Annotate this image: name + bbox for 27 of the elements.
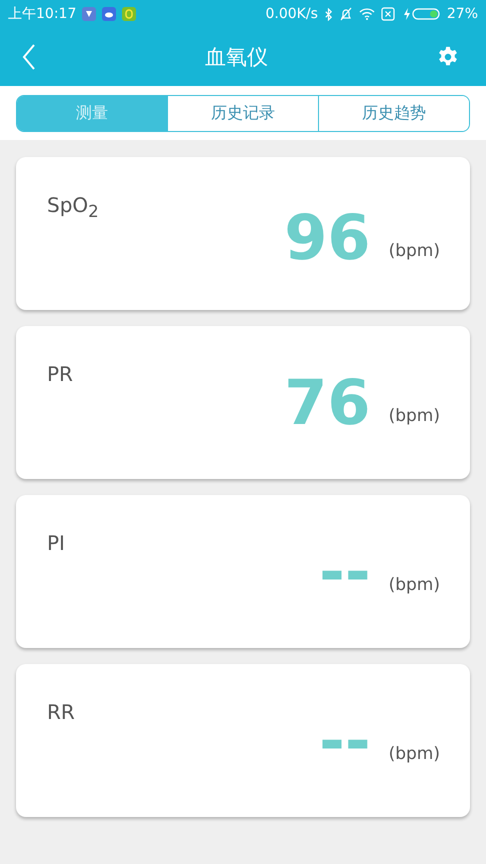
status-time: 上午10:17 — [8, 5, 76, 23]
wifi-icon — [358, 8, 375, 20]
tab[interactable]: 历史趋势 — [318, 96, 469, 131]
reading-value: -- — [319, 541, 371, 603]
reading-name: PR — [47, 362, 73, 386]
tab[interactable]: 测量 — [17, 96, 167, 131]
back-icon[interactable] — [22, 44, 36, 70]
reading-name: PI — [47, 531, 65, 555]
reading-name: RR — [47, 700, 75, 724]
page-title: 血氧仪 — [205, 44, 268, 71]
reading-value: 96 — [284, 207, 371, 269]
reading-value: 76 — [284, 372, 371, 434]
reading-unit: (bpm) — [388, 406, 440, 426]
app-icon — [82, 7, 96, 21]
reading-name: SpO$_{2}$ — [47, 193, 99, 221]
bluetooth-icon — [324, 8, 333, 20]
settings-icon[interactable] — [437, 46, 459, 68]
reading-unit: (bpm) — [388, 241, 440, 261]
no-sim-icon — [380, 7, 395, 21]
reading-unit: (bpm) — [388, 744, 440, 764]
reading-value: -- — [319, 710, 371, 772]
cloud-app-icon — [102, 7, 116, 21]
app-icon — [122, 7, 136, 21]
muted-bell-icon — [338, 7, 353, 21]
reading-unit: (bpm) — [388, 575, 440, 595]
battery-percent: 27% — [446, 6, 478, 22]
network-speed: 0.00K/s — [266, 6, 318, 22]
